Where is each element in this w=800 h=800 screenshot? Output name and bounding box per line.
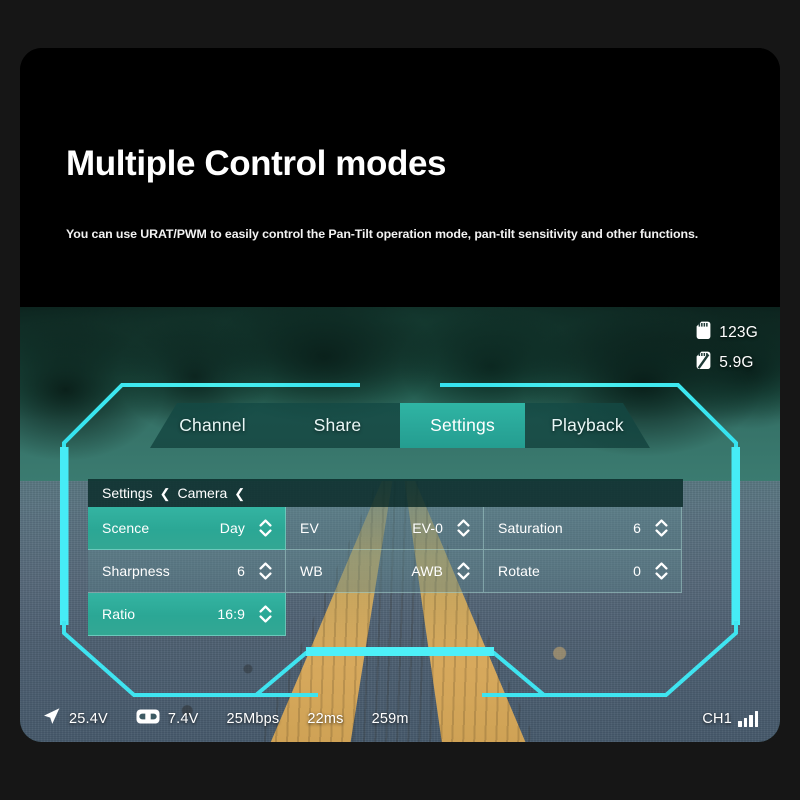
status-value: 259m	[371, 711, 409, 727]
setting-sharpness[interactable]: Sharpness 6	[88, 550, 286, 593]
status-value: 22ms	[307, 711, 344, 727]
setting-label: Scence	[102, 520, 150, 536]
hero-band: Multiple Control modes You can use URAT/…	[20, 48, 780, 307]
setting-label: Ratio	[102, 606, 136, 622]
breadcrumb: Settings ❮ Camera ❮	[88, 479, 683, 507]
promo-card: Multiple Control modes You can use URAT/…	[20, 48, 780, 742]
settings-row: Scence Day EV EV-0 Saturation 6	[88, 507, 683, 550]
status-voltage-main: 25.4V	[42, 707, 108, 731]
tab-channel[interactable]: Channel	[150, 403, 275, 448]
setting-wb[interactable]: WB AWB	[286, 550, 484, 593]
osd-status-bar: 25.4V 7.4V 25Mbps 22ms 259m CH1	[20, 696, 780, 742]
settings-panel: Settings ❮ Camera ❮ Scence Day EV EV-0 S…	[88, 479, 683, 636]
stepper-rotate[interactable]	[655, 562, 668, 580]
storage-row: 123G	[696, 321, 758, 345]
setting-value: EV-0	[412, 520, 443, 536]
tab-settings[interactable]: Settings	[400, 403, 525, 448]
setting-rotate[interactable]: Rotate 0	[484, 550, 682, 593]
setting-label: Saturation	[498, 520, 563, 536]
stepper-ev[interactable]	[457, 519, 470, 537]
setting-label: Rotate	[498, 563, 540, 579]
page-title: Multiple Control modes	[66, 144, 447, 183]
settings-grid: Scence Day EV EV-0 Saturation 6 Sharpnes…	[88, 507, 683, 636]
setting-scence[interactable]: Scence Day	[88, 507, 286, 550]
settings-row: Sharpness 6 WB AWB Rotate 0	[88, 550, 683, 593]
status-distance: 259m	[372, 711, 409, 727]
stepper-sharpness[interactable]	[259, 562, 272, 580]
setting-ratio[interactable]: Ratio 16:9	[88, 593, 286, 636]
stepper-wb[interactable]	[457, 562, 470, 580]
tab-share[interactable]: Share	[275, 403, 400, 448]
sd-card-slash-icon	[696, 351, 711, 375]
storage-value: 123G	[719, 324, 758, 341]
status-channel: CH1	[702, 711, 758, 727]
sd-card-icon	[696, 321, 711, 345]
stepper-ratio[interactable]	[259, 605, 272, 623]
setting-label: WB	[300, 563, 323, 579]
status-voltage-goggles: 7.4V	[136, 709, 199, 729]
setting-cell-empty	[484, 593, 682, 636]
setting-cell-empty	[286, 593, 484, 636]
signal-strength-icon	[738, 711, 758, 727]
tab-playback[interactable]: Playback	[525, 403, 650, 448]
setting-value: AWB	[411, 563, 443, 579]
setting-value: 6	[633, 520, 641, 536]
setting-saturation[interactable]: Saturation 6	[484, 507, 682, 550]
breadcrumb-current[interactable]: Camera	[178, 485, 228, 501]
status-latency: 22ms	[307, 711, 343, 727]
chevron-left-icon: ❮	[159, 485, 171, 501]
setting-label: EV	[300, 520, 319, 536]
setting-value: 16:9	[217, 606, 245, 622]
setting-value: 0	[633, 563, 641, 579]
channel-label: CH1	[702, 711, 732, 727]
storage-indicators: 123G 5.9G	[696, 321, 758, 375]
setting-ev[interactable]: EV EV-0	[286, 507, 484, 550]
page-subtitle: You can use URAT/PWM to easily control t…	[66, 227, 699, 241]
storage-value: 5.9G	[719, 354, 754, 371]
stepper-saturation[interactable]	[655, 519, 668, 537]
breadcrumb-root[interactable]: Settings	[102, 485, 153, 501]
status-value: 25.4V	[69, 711, 108, 727]
settings-row: Ratio 16:9	[88, 593, 683, 636]
setting-value: 6	[237, 563, 245, 579]
video-viewport: 123G 5.9G Channel Share Settings Playbac…	[20, 307, 780, 742]
osd-tab-bar: Channel Share Settings Playback	[150, 403, 650, 448]
chevron-left-icon: ❮	[234, 485, 246, 501]
status-bitrate: 25Mbps	[227, 711, 280, 727]
navigation-arrow-icon	[42, 707, 61, 731]
setting-label: Sharpness	[102, 563, 170, 579]
stepper-scence[interactable]	[259, 519, 272, 537]
setting-value: Day	[219, 520, 245, 536]
goggles-icon	[136, 709, 160, 729]
status-value: 7.4V	[167, 711, 199, 727]
storage-row: 5.9G	[696, 351, 758, 375]
status-value: 25Mbps	[226, 711, 280, 727]
